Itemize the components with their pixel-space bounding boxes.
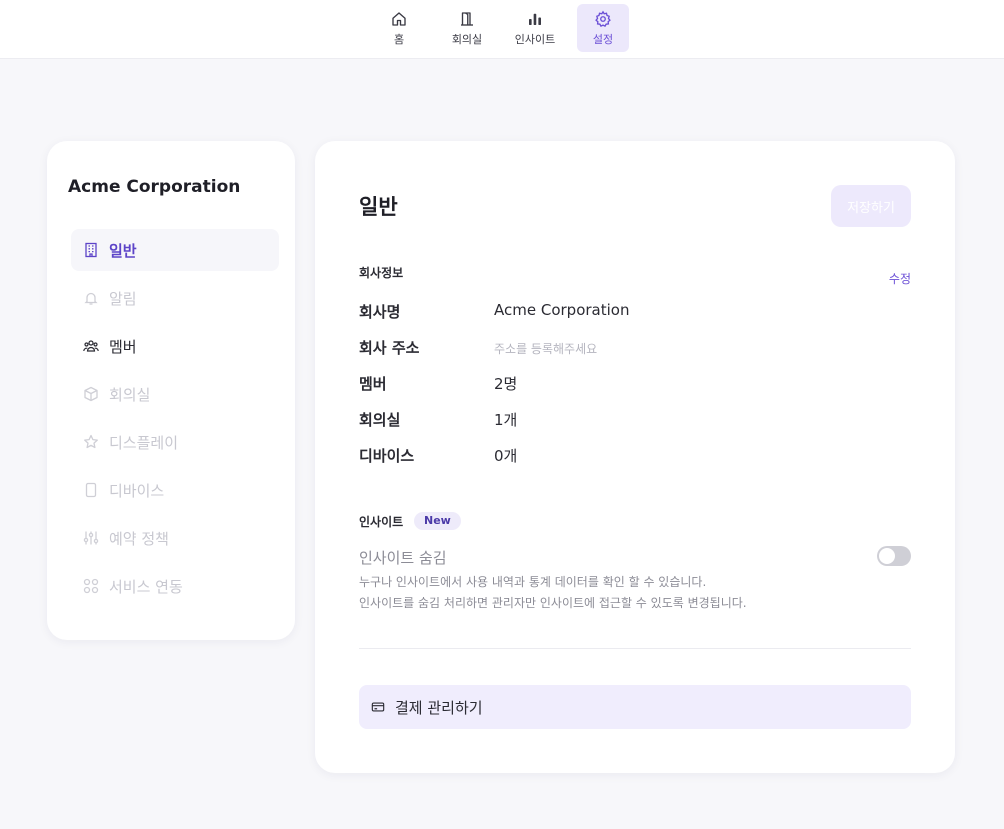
edit-company-link[interactable]: 수정: [875, 270, 911, 287]
top-navigation: 홈 회의실 인사이트 설정: [0, 0, 1004, 59]
grid-icon: [83, 578, 99, 594]
sidebar-item-display[interactable]: 디스플레이: [71, 421, 279, 463]
sliders-icon: [83, 531, 99, 545]
gear-icon: [595, 10, 611, 27]
room-count-label: 회의실: [359, 411, 401, 429]
bar-chart-icon: [529, 13, 541, 25]
sidebar-item-label: 디바이스: [109, 481, 165, 500]
sidebar-item-label: 예약 정책: [109, 529, 169, 548]
hide-insight-toggle[interactable]: [877, 546, 911, 566]
save-button[interactable]: 저장하기: [831, 185, 911, 227]
home-icon: [392, 11, 406, 26]
hide-insight-title: 인사이트 숨김: [359, 549, 447, 567]
building-icon: [85, 242, 97, 258]
sidebar-item-label: 일반: [109, 241, 137, 260]
sidebar-item-devices[interactable]: 디바이스: [71, 469, 279, 511]
sidebar-item-members[interactable]: 멤버: [71, 325, 279, 367]
room-count-value: 1개: [494, 411, 518, 429]
nav-meeting-room[interactable]: 회의실: [441, 4, 493, 52]
insight-description-line-2: 인사이트를 숨김 처리하면 관리자만 인사이트에 접근할 수 있도록 변경됩니다…: [359, 596, 747, 610]
people-icon: [83, 340, 99, 352]
star-icon: [84, 434, 98, 449]
credit-card-icon: [371, 702, 385, 712]
cube-icon: [84, 386, 98, 402]
nav-settings-label: 설정: [592, 32, 614, 46]
general-settings-panel: 일반 저장하기 회사정보 수정 회사명 Acme Corporation 회사 …: [315, 141, 955, 773]
sidebar-item-notifications[interactable]: 알림: [71, 277, 279, 319]
tablet-icon: [85, 482, 97, 498]
nav-insight[interactable]: 인사이트: [505, 4, 565, 52]
sidebar-item-label: 멤버: [109, 337, 137, 356]
company-name-value: Acme Corporation: [494, 301, 630, 319]
sidebar-item-label: 서비스 연동: [109, 577, 183, 596]
company-address-value: 주소를 등록해주세요: [494, 342, 598, 356]
insight-section-title: 인사이트: [359, 515, 404, 529]
nav-insight-label: 인사이트: [514, 32, 556, 46]
sidebar-item-general[interactable]: 일반: [71, 229, 279, 271]
bell-icon: [84, 292, 98, 305]
page-title: 일반: [359, 195, 398, 219]
settings-sidebar: Acme Corporation 일반 알림 멤버 회의실 디스플레이 디바이스…: [47, 141, 295, 640]
company-name-label: 회사명: [359, 303, 401, 321]
manage-billing-label: 결제 관리하기: [395, 698, 483, 717]
device-count-label: 디바이스: [359, 447, 415, 465]
member-count-label: 멤버: [359, 375, 387, 393]
company-address-label: 회사 주소: [359, 339, 420, 357]
toggle-knob: [879, 548, 895, 564]
organization-name: Acme Corporation: [68, 177, 241, 197]
sidebar-item-reservation-policy[interactable]: 예약 정책: [71, 517, 279, 559]
sidebar-item-label: 디스플레이: [109, 433, 179, 452]
device-count-value: 0개: [494, 447, 518, 465]
sidebar-item-label: 회의실: [109, 385, 151, 404]
manage-billing-button[interactable]: 결제 관리하기: [359, 685, 911, 729]
door-icon: [461, 11, 473, 26]
sidebar-item-label: 알림: [109, 289, 137, 308]
member-count-value: 2명: [494, 375, 518, 393]
nav-home-label: 홈: [393, 32, 405, 46]
nav-meeting-room-label: 회의실: [451, 32, 483, 46]
company-info-title: 회사정보: [359, 266, 404, 280]
divider: [359, 648, 911, 649]
sidebar-item-meeting-rooms[interactable]: 회의실: [71, 373, 279, 415]
nav-home[interactable]: 홈: [375, 4, 423, 52]
new-badge: New: [414, 512, 461, 530]
insight-description-line-1: 누구나 인사이트에서 사용 내역과 통계 데이터를 확인 할 수 있습니다.: [359, 575, 707, 589]
nav-settings[interactable]: 설정: [577, 4, 629, 52]
sidebar-item-integrations[interactable]: 서비스 연동: [71, 565, 279, 607]
